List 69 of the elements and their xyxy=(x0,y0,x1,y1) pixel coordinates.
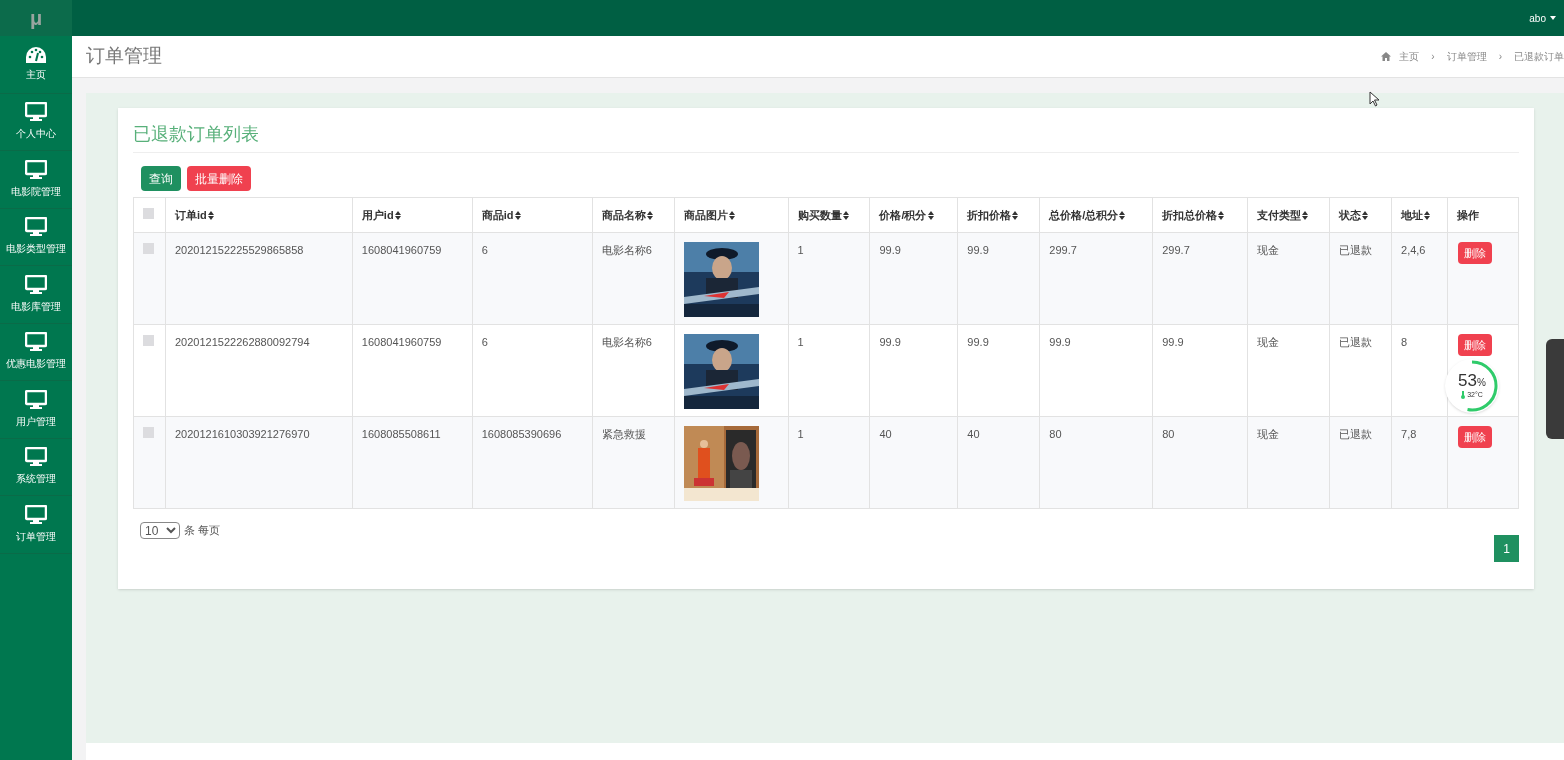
table-cell: 1 xyxy=(797,428,804,440)
breadcrumb-separator: › xyxy=(1497,50,1503,64)
table-cell: 6 xyxy=(481,244,488,256)
breadcrumb-separator: › xyxy=(1430,50,1436,64)
page-size-label: 条 每页 xyxy=(184,523,221,539)
sidebar-item[interactable]: 用户管理 xyxy=(0,381,72,439)
table-cell: 8 xyxy=(1401,336,1408,348)
user-menu[interactable]: abo xyxy=(1529,10,1556,26)
sidebar-item[interactable]: 电影类型管理 xyxy=(0,208,72,266)
table-cell: 已退款 xyxy=(1339,428,1373,440)
table-cell: 6 xyxy=(481,336,488,348)
table-cell: 99.9 xyxy=(879,244,901,256)
page-button[interactable]: 1 xyxy=(1494,535,1519,562)
table-cell: 1608041960759 xyxy=(361,336,442,348)
table-cell: 99.9 xyxy=(1162,336,1184,348)
delete-button[interactable]: 删除 xyxy=(1457,242,1492,264)
table-cell: 299.7 xyxy=(1162,244,1190,256)
sidebar-item[interactable]: 订单管理 xyxy=(0,496,72,554)
column-header[interactable]: 商品图片 xyxy=(683,208,735,221)
breadcrumb-link[interactable]: 订单管理 xyxy=(1446,49,1487,64)
sidebar-item[interactable]: 优惠电影管理 xyxy=(0,323,72,381)
table-cell: 2020121522262880092794 xyxy=(174,336,310,348)
table-cell: 电影名称6 xyxy=(601,244,652,256)
table-cell: 299.7 xyxy=(1049,244,1077,256)
table-cell: 现金 xyxy=(1257,244,1280,256)
column-header: 操作 xyxy=(1456,208,1479,221)
table-cell: 已退款 xyxy=(1339,244,1373,256)
card-title: 已退款订单列表 xyxy=(133,121,1519,153)
cpu-percent: 53 xyxy=(1458,371,1477,389)
table-cell: 现金 xyxy=(1257,428,1280,440)
query-button[interactable]: 查询 xyxy=(141,166,181,191)
table-cell: 1608085508611 xyxy=(361,428,441,440)
delete-button[interactable]: 删除 xyxy=(1457,426,1492,448)
table-cell: 紧急救援 xyxy=(601,428,646,440)
sidebar-item[interactable]: 系统管理 xyxy=(0,438,72,496)
table-cell: 电影名称6 xyxy=(601,336,652,348)
table-cell: 99.9 xyxy=(1049,336,1071,348)
page-title: 订单管理 xyxy=(86,44,162,69)
table-cell: 40 xyxy=(967,428,980,440)
table-cell: 99.9 xyxy=(879,336,901,348)
sidebar-item[interactable]: 电影院管理 xyxy=(0,151,72,209)
column-header[interactable]: 订单id xyxy=(174,208,214,221)
table-cell: 现金 xyxy=(1257,336,1280,348)
column-header[interactable]: 用户id xyxy=(361,208,401,221)
table-cell: 1608085390696 xyxy=(481,428,562,440)
percent-unit: % xyxy=(1477,376,1486,390)
table-cell: 80 xyxy=(1162,428,1175,440)
table-cell: 1 xyxy=(797,244,804,256)
column-header[interactable]: 地址 xyxy=(1401,208,1430,221)
table-cell: 已退款 xyxy=(1339,336,1373,348)
breadcrumb-link[interactable]: 已退款订单 xyxy=(1514,49,1564,64)
sidebar-item[interactable]: 电影库管理 xyxy=(0,266,72,324)
sidebar-item[interactable]: 个人中心 xyxy=(0,93,72,151)
table-cell: 1 xyxy=(797,336,804,348)
table-cell: 40 xyxy=(879,428,892,440)
table-cell: 2,4,6 xyxy=(1401,244,1426,256)
page-size-select[interactable]: 10 xyxy=(140,522,180,539)
table-cell: 80 xyxy=(1049,428,1062,440)
breadcrumb-link[interactable]: 主页 xyxy=(1399,49,1420,64)
delete-button[interactable]: 删除 xyxy=(1457,334,1492,356)
table-cell: 99.9 xyxy=(967,244,989,256)
column-header[interactable]: 状态 xyxy=(1339,208,1369,221)
column-header[interactable]: 商品id xyxy=(481,208,521,221)
table-cell: 7,8 xyxy=(1401,428,1417,440)
table-cell: 202012152225529865858 xyxy=(174,244,304,256)
batch-delete-button[interactable]: 批量删除 xyxy=(187,166,251,191)
table-cell: 99.9 xyxy=(967,336,989,348)
table-cell: 1608041960759 xyxy=(361,244,442,256)
table-cell: 2020121610303921276970 xyxy=(174,428,310,440)
